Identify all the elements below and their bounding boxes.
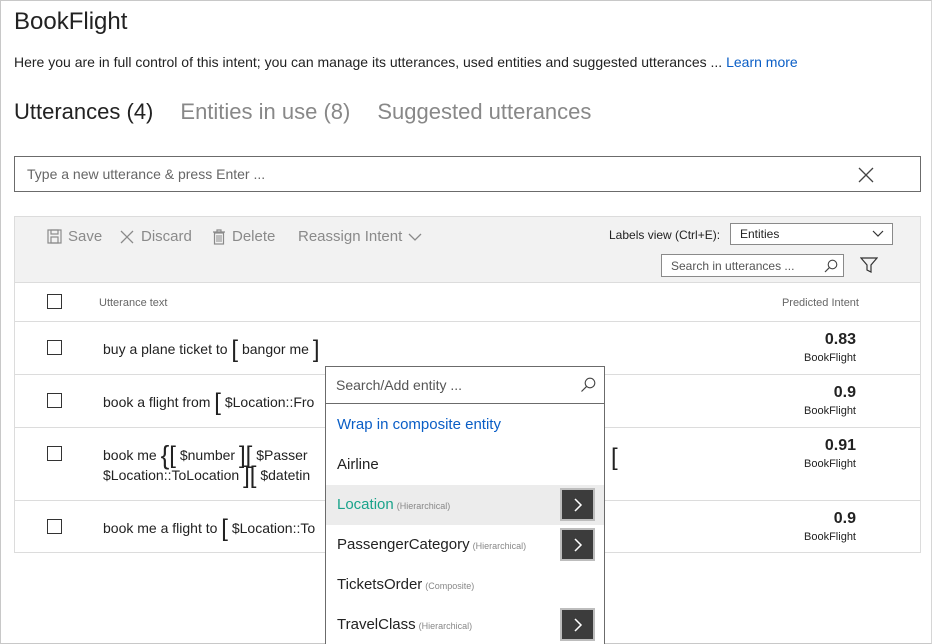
prediction-score: 0.91 xyxy=(824,437,856,454)
entity-label[interactable]: $datetin xyxy=(260,467,310,483)
chevron-right-icon xyxy=(573,537,582,552)
chevron-down-icon xyxy=(408,233,422,241)
save-button[interactable]: Save xyxy=(47,228,102,245)
predicted-intent: BookFlight xyxy=(804,352,856,364)
expand-travelclass-button[interactable] xyxy=(560,608,595,641)
predicted-intent: BookFlight xyxy=(804,531,856,543)
description-text: Here you are in full control of this int… xyxy=(14,54,723,70)
page-description: Here you are in full control of this int… xyxy=(14,54,798,70)
entity-label[interactable]: $Location::Fro xyxy=(225,394,315,410)
reassign-intent-label: Reassign Intent xyxy=(298,228,403,245)
table-header: Utterance text Predicted Intent xyxy=(15,284,920,322)
utterance-text[interactable]: book a flight from [ $Location::Fro xyxy=(103,391,315,415)
entity-label[interactable]: $number xyxy=(180,447,235,463)
row-checkbox[interactable] xyxy=(47,446,62,461)
trash-icon xyxy=(213,228,225,245)
search-icon[interactable] xyxy=(580,377,596,393)
search-icon[interactable] xyxy=(824,259,838,273)
entity-picker-popup: Wrap in composite entity Airline Locatio… xyxy=(325,366,605,644)
entity-type-label: (Composite) xyxy=(425,581,475,591)
wrap-composite-entity[interactable]: Wrap in composite entity xyxy=(326,405,604,445)
tab-entities-in-use[interactable]: Entities in use (8) xyxy=(180,99,350,125)
entity-option-label: Location xyxy=(337,496,394,513)
predicted-intent: BookFlight xyxy=(804,405,856,417)
entity-search-box xyxy=(326,367,604,404)
delete-label: Delete xyxy=(232,228,276,245)
prediction-score: 0.83 xyxy=(824,331,856,348)
discard-button[interactable]: Discard xyxy=(119,228,192,245)
page-title: BookFlight xyxy=(14,8,128,35)
chevron-down-icon xyxy=(872,230,884,237)
predicted-intent: BookFlight xyxy=(804,458,856,470)
row-checkbox[interactable] xyxy=(47,393,62,408)
labels-view-value: Entities xyxy=(740,227,780,241)
save-label: Save xyxy=(68,228,103,245)
new-utterance-input[interactable] xyxy=(27,166,847,182)
delete-button[interactable]: Delete xyxy=(212,228,275,245)
search-utterances-input[interactable] xyxy=(671,259,816,273)
reassign-intent-button[interactable]: Reassign Intent xyxy=(298,228,422,245)
entity-type-label: (Hierarchical) xyxy=(418,621,473,631)
column-utterance-text: Utterance text xyxy=(99,297,168,309)
entity-label[interactable]: $Passer xyxy=(256,447,307,463)
entity-option-ticketsorder[interactable]: TicketsOrder (Composite) xyxy=(326,565,604,605)
entity-option-label: Airline xyxy=(337,456,379,473)
expand-location-button[interactable] xyxy=(560,488,595,521)
search-utterances-box xyxy=(661,254,844,277)
toolbar: Save Discard Delete Reassign Intent Labe… xyxy=(15,217,920,283)
entity-type-label: (Hierarchical) xyxy=(396,501,451,511)
row-checkbox[interactable] xyxy=(47,340,62,355)
utterance-text[interactable]: book me {[ $number ][ $Passer $Location:… xyxy=(103,442,310,488)
tab-suggested-utterances[interactable]: Suggested utterances xyxy=(377,99,591,125)
entity-type-label: (Hierarchical) xyxy=(472,541,527,551)
learn-more-link[interactable]: Learn more xyxy=(726,54,798,70)
filter-icon[interactable] xyxy=(860,257,878,273)
prediction-score: 0.9 xyxy=(833,510,856,527)
labels-view-select[interactable]: Entities xyxy=(730,223,893,245)
entity-label[interactable]: $Location::ToLocation xyxy=(103,467,239,483)
clear-icon[interactable] xyxy=(856,165,876,185)
discard-icon xyxy=(120,230,134,243)
entity-option-label: TicketsOrder xyxy=(337,576,423,593)
expand-passengercategory-button[interactable] xyxy=(560,528,595,561)
entity-search-input[interactable] xyxy=(336,377,566,393)
discard-label: Discard xyxy=(141,228,192,245)
row-checkbox[interactable] xyxy=(47,519,62,534)
tab-bar: Utterances (4) Entities in use (8) Sugge… xyxy=(14,99,618,125)
entity-option-label: TravelClass xyxy=(337,616,416,633)
labels-view-label: Labels view (Ctrl+E): xyxy=(609,228,721,242)
entity-label[interactable]: $Location::To xyxy=(232,520,315,536)
save-icon xyxy=(47,229,62,244)
select-all-checkbox[interactable] xyxy=(47,294,62,309)
chevron-right-icon xyxy=(573,497,582,512)
prediction-score: 0.9 xyxy=(833,384,856,401)
entity-label[interactable]: bangor me xyxy=(242,341,309,357)
column-predicted-intent: Predicted Intent xyxy=(781,297,859,309)
new-utterance-box xyxy=(14,156,921,192)
chevron-right-icon xyxy=(573,617,582,632)
utterance-text[interactable]: buy a plane ticket to [ bangor me ] xyxy=(103,338,319,362)
tab-utterances[interactable]: Utterances (4) xyxy=(14,99,153,125)
entity-option-airline[interactable]: Airline xyxy=(326,445,604,485)
entity-option-label: PassengerCategory xyxy=(337,536,470,553)
utterance-text[interactable]: book me a flight to [ $Location::To xyxy=(103,517,315,541)
